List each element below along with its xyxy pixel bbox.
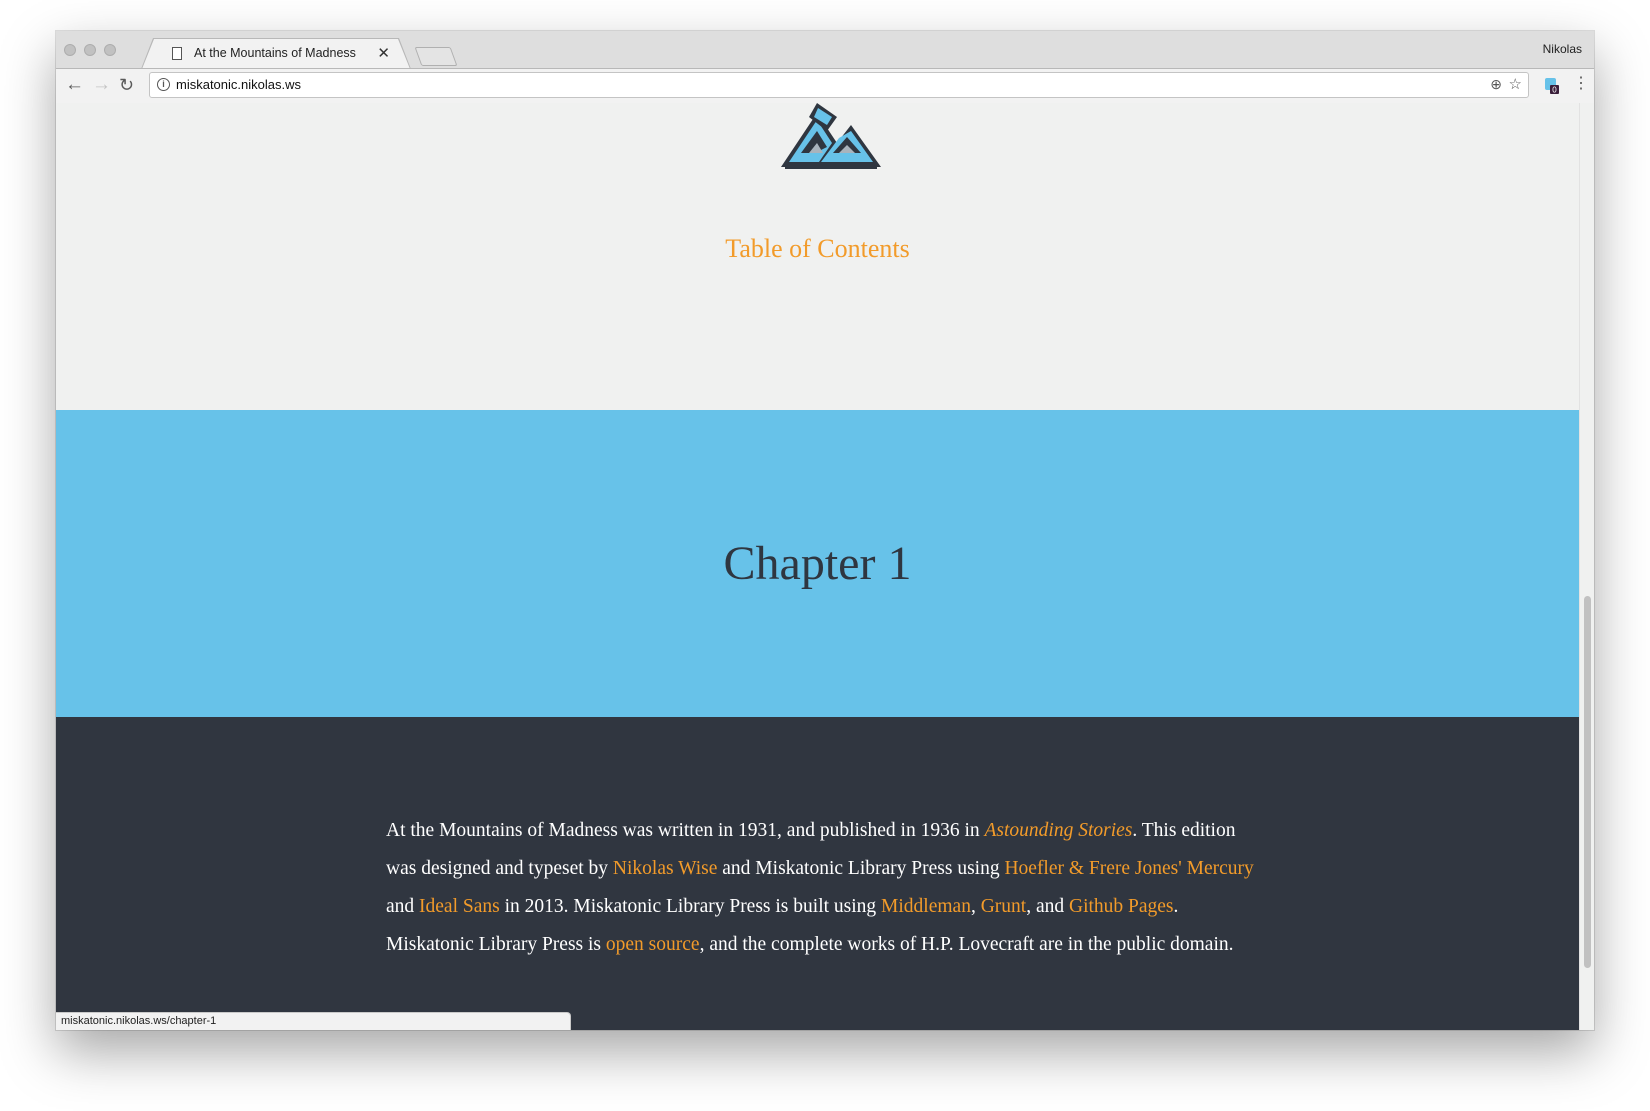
colophon-text-6: , <box>970 896 981 917</box>
reload-icon[interactable]: ↻ <box>119 73 134 97</box>
tab-close-icon[interactable]: ✕ <box>377 44 390 62</box>
colophon-text-4: and <box>386 896 420 917</box>
colophon-text-1: At the Mountains of Madness was written … <box>386 820 985 841</box>
author-link[interactable]: Nikolas Wise <box>613 858 717 879</box>
colophon-section: At the Mountains of Madness was written … <box>56 717 1579 1030</box>
new-tab-button[interactable] <box>414 47 458 66</box>
status-bubble: miskatonic.nikolas.ws/chapter-1 <box>56 1012 571 1030</box>
header-section: Table of Contents <box>56 103 1579 410</box>
colophon-text-9: , and the complete works of H.P. Lovecra… <box>699 934 1234 955</box>
colophon-text-3: and Miskatonic Library Press using <box>717 858 1005 879</box>
zoom-window-button[interactable] <box>104 44 116 56</box>
forward-arrow-icon[interactable]: → <box>92 73 111 97</box>
bookmark-star-icon[interactable]: ☆ <box>1509 75 1522 93</box>
tab-title: At the Mountains of Madness <box>194 46 356 60</box>
title-bar: At the Mountains of Madness ✕ Nikolas <box>56 31 1594 68</box>
browser-tab-active[interactable]: At the Mountains of Madness ✕ <box>142 39 410 69</box>
open-source-link[interactable]: open source <box>606 934 700 955</box>
browser-window: At the Mountains of Madness ✕ Nikolas ← … <box>56 31 1594 1030</box>
info-icon[interactable]: i <box>157 78 170 91</box>
colophon-text-7: , and <box>1026 896 1069 917</box>
github-pages-link[interactable]: Github Pages <box>1069 896 1174 917</box>
scrollbar-thumb[interactable] <box>1584 596 1591 968</box>
status-url: miskatonic.nikolas.ws/chapter-1 <box>61 1015 217 1027</box>
colophon-text-5: in 2013. Miskatonic Library Press is bui… <box>499 896 882 917</box>
address-bar[interactable]: i miskatonic.nikolas.ws ⊕ ☆ <box>149 72 1529 98</box>
close-window-button[interactable] <box>64 44 76 56</box>
zoom-icon[interactable]: ⊕ <box>1490 76 1502 93</box>
minimize-window-button[interactable] <box>84 44 96 56</box>
ideal-sans-link[interactable]: Ideal Sans <box>419 896 500 917</box>
chapter-title: Chapter 1 <box>723 537 912 590</box>
page-icon <box>172 47 182 60</box>
mercury-font-link[interactable]: Hoefler & Frere Jones' Mercury <box>1004 858 1253 879</box>
mountains-logo-icon <box>781 103 881 169</box>
extension-badge: 0 <box>1552 86 1557 95</box>
menu-kebab-icon[interactable]: ⋮ <box>1573 74 1589 94</box>
grunt-link[interactable]: Grunt <box>981 896 1027 917</box>
colophon-paragraph: At the Mountains of Madness was written … <box>386 812 1266 964</box>
browser-toolbar: ← → ↻ i miskatonic.nikolas.ws ⊕ ☆ 0 ⋮ <box>56 68 1594 104</box>
page-viewport: Table of Contents Chapter 1 At the Mount… <box>56 103 1579 1030</box>
extension-icon[interactable]: 0 <box>1544 77 1559 94</box>
url-text[interactable]: miskatonic.nikolas.ws <box>176 77 301 92</box>
chapter-banner: Chapter 1 <box>56 410 1579 717</box>
table-of-contents-link[interactable]: Table of Contents <box>56 234 1579 264</box>
profile-button[interactable]: Nikolas <box>1543 42 1582 56</box>
back-arrow-icon[interactable]: ← <box>65 73 84 97</box>
middleman-link[interactable]: Middleman <box>881 896 971 917</box>
vertical-scrollbar[interactable] <box>1579 103 1594 1030</box>
astounding-stories-link[interactable]: Astounding Stories <box>984 820 1132 841</box>
